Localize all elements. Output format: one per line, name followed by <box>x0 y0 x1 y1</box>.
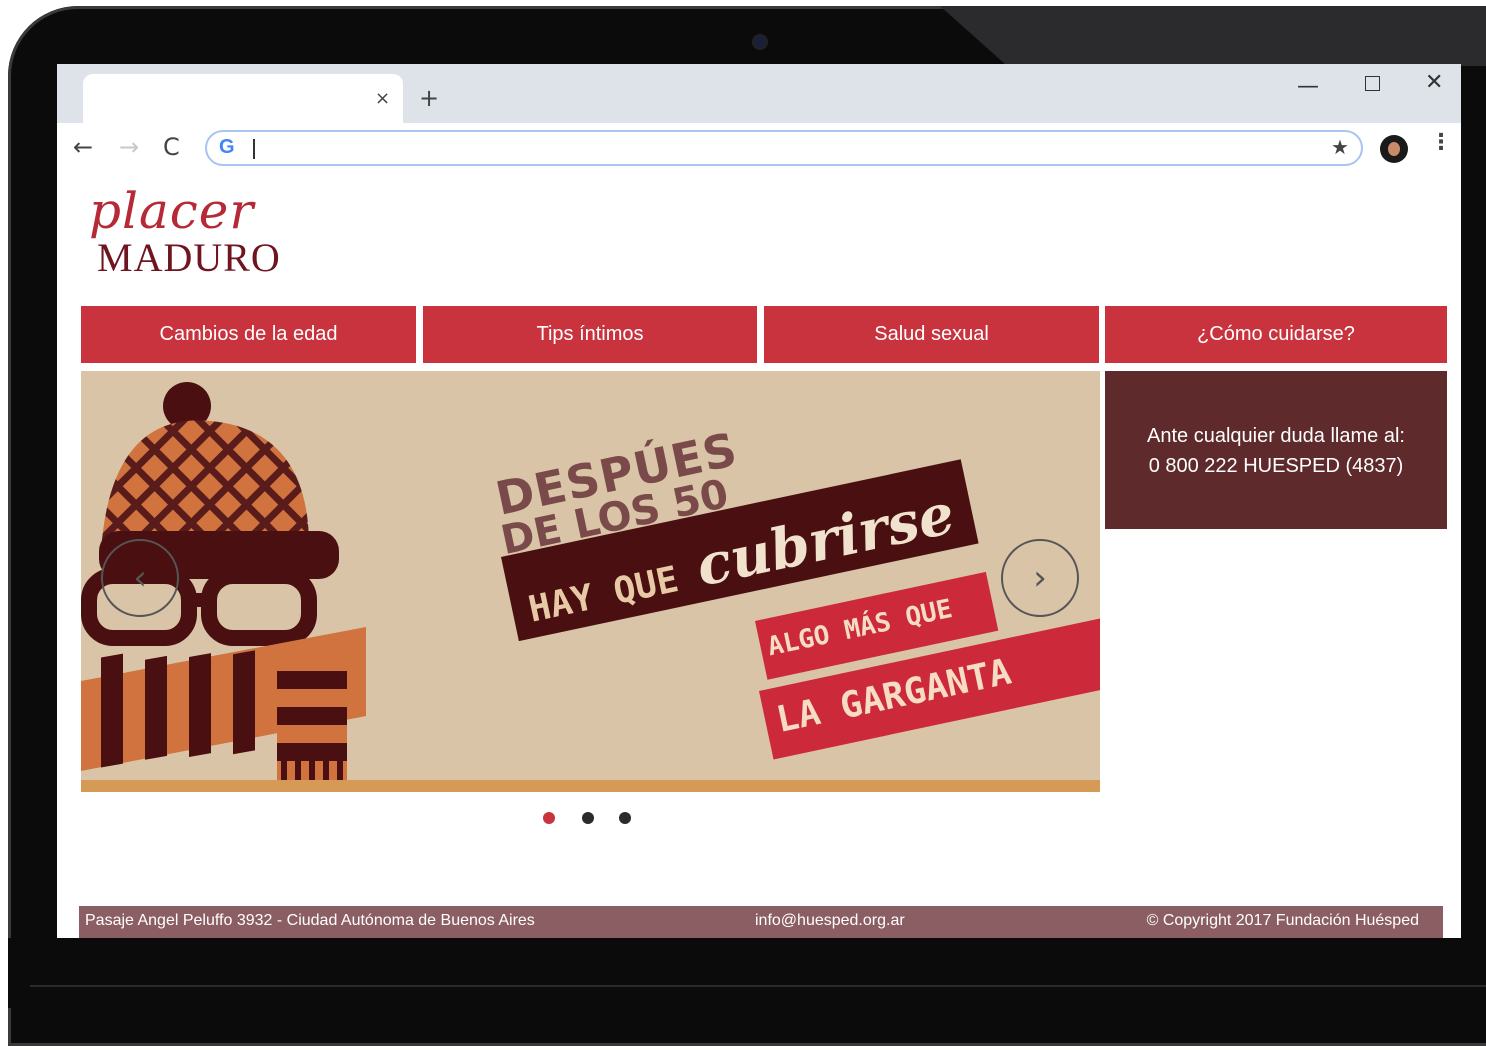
footer-email-link[interactable]: info@huesped.org.ar <box>755 912 905 930</box>
chevron-right-icon: › <box>1033 558 1047 598</box>
webcam <box>754 36 766 48</box>
carousel-dot-2[interactable] <box>582 812 594 824</box>
site-footer: Pasaje Angel Peluffo 3932 - Ciudad Autón… <box>79 906 1443 938</box>
main-navigation: Cambios de la edad Tips íntimos Salud se… <box>81 306 1447 363</box>
browser-menu-icon[interactable]: ⋮ <box>1430 132 1452 154</box>
logo-script-text: placer <box>89 182 255 240</box>
laptop-hinge-line <box>30 985 1486 987</box>
text-caret <box>253 139 255 159</box>
google-icon: G <box>219 136 235 158</box>
carousel-prev-button[interactable]: ‹ <box>101 539 179 617</box>
nav-item-cambios[interactable]: Cambios de la edad <box>81 306 416 363</box>
glasses-right-shape <box>201 568 317 646</box>
maximize-icon[interactable] <box>1365 76 1380 91</box>
reload-icon[interactable]: C <box>163 133 180 161</box>
browser-window: × + — ✕ ← → C G ★ ⋮ placer MADURO Cambio… <box>57 64 1461 938</box>
minimize-icon[interactable]: — <box>1297 74 1319 99</box>
carousel-bottom-strip <box>81 780 1100 792</box>
profile-avatar[interactable] <box>1380 135 1408 163</box>
carousel-indicators <box>543 812 643 826</box>
carousel-dot-1[interactable] <box>543 812 555 824</box>
new-tab-icon[interactable]: + <box>419 84 439 112</box>
forward-arrow-icon[interactable]: → <box>119 133 139 161</box>
helpline-box: Ante cualquier duda llame al: 0 800 222 … <box>1105 371 1447 529</box>
carousel-dot-3[interactable] <box>619 812 631 824</box>
address-bar[interactable]: G ★ <box>205 130 1363 166</box>
window-close-icon[interactable]: ✕ <box>1425 70 1443 95</box>
footer-copyright: © Copyright 2017 Fundación Huésped <box>1146 912 1419 929</box>
back-arrow-icon[interactable]: ← <box>73 133 93 161</box>
footer-address: Pasaje Angel Peluffo 3932 - Ciudad Autón… <box>85 912 535 929</box>
nav-item-salud[interactable]: Salud sexual <box>764 306 1099 363</box>
nav-item-tips[interactable]: Tips íntimos <box>423 306 757 363</box>
chevron-left-icon: ‹ <box>133 558 147 598</box>
tab-bar: × + — ✕ <box>57 64 1461 123</box>
helpline-text: Ante cualquier duda llame al: <box>1147 425 1405 447</box>
bezel-reflection <box>940 6 1486 66</box>
nav-item-cuidarse[interactable]: ¿Cómo cuidarse? <box>1105 306 1447 363</box>
avatar-face-icon <box>1388 142 1400 156</box>
hero-carousel[interactable]: DESPÚES DE LOS 50 HAY QUE cubrirse ALGO … <box>81 371 1100 792</box>
browser-tab[interactable] <box>83 74 403 123</box>
bookmark-star-icon[interactable]: ★ <box>1331 135 1349 159</box>
laptop-bottom-bezel <box>8 938 1486 1008</box>
carousel-next-button[interactable]: › <box>1001 539 1079 617</box>
logo-caps-text: MADURO <box>97 235 281 280</box>
helpline-number[interactable]: 0 800 222 HUESPED (4837) <box>1105 455 1447 478</box>
tab-close-icon[interactable]: × <box>375 88 390 109</box>
site-logo[interactable]: placer MADURO <box>81 182 321 282</box>
scarf-shape <box>81 627 366 791</box>
